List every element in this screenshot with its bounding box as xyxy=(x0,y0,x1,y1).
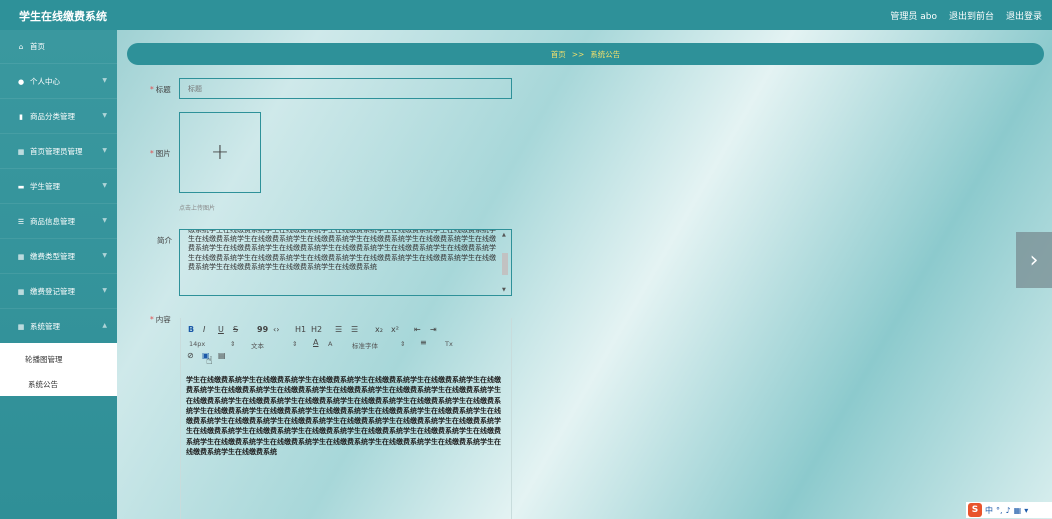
sidebar-item-label: 个人中心 xyxy=(30,77,60,86)
bar-chart-icon: ▮ xyxy=(19,112,23,121)
background-color-button[interactable]: A xyxy=(328,340,332,348)
sidebar-item-label: 首页 xyxy=(30,42,45,51)
sidebar-item-label: 首页管理员管理 xyxy=(30,147,83,156)
indent-left-button[interactable]: ⇤ xyxy=(414,325,421,334)
sidebar-item-admin[interactable]: ▦ 首页管理员管理 ▼ xyxy=(0,135,117,169)
ime-logo-icon[interactable]: S xyxy=(968,503,982,517)
font-color-button[interactable]: A xyxy=(313,338,318,347)
mouse-cursor-icon: ☝ xyxy=(206,354,213,367)
grid-icon: ▦ xyxy=(17,287,25,296)
sidebar-item-fee-type[interactable]: ▦ 缴费类型管理 ▼ xyxy=(0,240,117,274)
h2-button[interactable]: H2 xyxy=(311,325,322,334)
ordered-list-button[interactable]: ☰ xyxy=(335,325,342,334)
chevron-down-icon: ▼ xyxy=(102,112,107,119)
chevron-updown-icon: ⇕ xyxy=(400,340,406,348)
scroll-down-icon[interactable]: ▼ xyxy=(502,287,506,293)
h1-button[interactable]: H1 xyxy=(295,325,306,334)
submenu-item-carousel[interactable]: 轮播图管理 xyxy=(0,354,117,365)
breadcrumb-home[interactable]: 首页 xyxy=(551,49,566,60)
sidebar-item-label: 缴费类型管理 xyxy=(30,252,75,261)
sidebar-item-label: 商品分类管理 xyxy=(30,112,75,121)
font-family-select[interactable]: 标准字体 xyxy=(352,340,378,350)
sidebar-item-system[interactable]: ▦ 系统管理 ▲ xyxy=(0,310,117,344)
logout-link[interactable]: 退出登录 xyxy=(1006,9,1042,22)
chevron-right-icon[interactable]: › xyxy=(1016,232,1052,288)
admin-label: 管理员 abo xyxy=(890,12,937,22)
title-label: * 标题 xyxy=(150,85,171,94)
sidebar-item-home[interactable]: ⌂ 首页 xyxy=(0,30,117,64)
editor-content[interactable]: 学生在线缴费系统学生在线缴费系统学生在线缴费系统学生在线缴费系统学生在线缴费系统… xyxy=(186,375,504,457)
strike-button[interactable]: S xyxy=(233,325,238,334)
subscript-button[interactable]: x₂ xyxy=(375,325,383,334)
title-input[interactable] xyxy=(179,78,512,99)
upload-hint: 点击上传图片 xyxy=(179,205,216,212)
sidebar-item-label: 系统管理 xyxy=(30,322,60,331)
chevron-up-icon: ▲ xyxy=(102,322,107,329)
intro-textarea[interactable]: 缴系统学生在线缴费系统学生在线缴费系统学生在线缴费系统学生在线缴费系统学生在线缴… xyxy=(179,229,512,296)
sidebar-item-category[interactable]: ▮ 商品分类管理 ▼ xyxy=(0,100,117,134)
quote-button[interactable]: 99 xyxy=(257,325,268,334)
plus-icon: + xyxy=(210,140,230,165)
content-label: * 内容 xyxy=(150,315,171,324)
link-icon[interactable]: ⊘ xyxy=(187,351,194,360)
align-button[interactable]: ≡ xyxy=(420,338,427,347)
scroll-up-icon[interactable]: ▲ xyxy=(502,232,506,238)
sidebar-item-fee-register[interactable]: ▦ 缴费登记管理 ▼ xyxy=(0,275,117,309)
chevron-down-icon: ▼ xyxy=(102,147,107,154)
breadcrumb: 首页 >> 系统公告 xyxy=(127,43,1044,65)
submenu-item-announcement[interactable]: 系统公告 xyxy=(0,379,117,390)
image-upload-box[interactable]: + xyxy=(179,112,261,193)
clear-format-button[interactable]: Tx xyxy=(445,340,453,348)
chevron-down-icon: ▼ xyxy=(102,287,107,294)
image-label: * 图片 xyxy=(150,149,171,158)
intro-scrollbar[interactable]: ▲ ▼ xyxy=(500,231,510,294)
ime-lang[interactable]: 中 xyxy=(985,505,993,516)
chevron-updown-icon: ⇕ xyxy=(292,340,298,348)
sidebar-item-label: 缴费登记管理 xyxy=(30,287,75,296)
user-icon: ● xyxy=(17,77,25,86)
header-links: 管理员 abo 退出到前台 退出登录 xyxy=(890,9,1042,22)
sidebar-item-goods[interactable]: ☰ 商品信息管理 ▼ xyxy=(0,205,117,239)
font-size-select[interactable]: 14px xyxy=(189,340,205,348)
chevron-down-icon: ▼ xyxy=(102,252,107,259)
indent-right-button[interactable]: ⇥ xyxy=(430,325,437,334)
keyboard-icon[interactable]: ▦ xyxy=(1014,506,1022,515)
card-icon: ▬ xyxy=(17,182,25,191)
chevron-updown-icon: ⇕ xyxy=(230,340,236,348)
shirt-icon[interactable]: ▾ xyxy=(1024,506,1028,515)
bold-button[interactable]: B xyxy=(188,325,194,334)
top-bar: 学生在线缴费系统 管理员 abo 退出到前台 退出登录 xyxy=(0,0,1052,30)
ime-toolbar: S 中 °, ♪ ▦ ▾ xyxy=(966,502,1052,518)
grid-icon: ▦ xyxy=(17,147,25,156)
breadcrumb-separator: >> xyxy=(571,49,585,59)
ime-punct-icon[interactable]: °, xyxy=(996,506,1003,515)
app-title: 学生在线缴费系统 xyxy=(19,10,107,23)
sidebar-item-label: 商品信息管理 xyxy=(30,217,75,226)
intro-label: 简介 xyxy=(157,236,172,245)
sidebar: ⌂ 首页 ● 个人中心 ▼ ▮ 商品分类管理 ▼ ▦ 首页管理员管理 ▼ ▬ 学… xyxy=(0,30,117,519)
sidebar-item-label: 学生管理 xyxy=(30,182,60,191)
sidebar-item-student[interactable]: ▬ 学生管理 ▼ xyxy=(0,170,117,204)
video-icon[interactable]: ▤ xyxy=(218,351,226,360)
chevron-down-icon: ▼ xyxy=(102,217,107,224)
intro-text: 缴系统学生在线缴费系统学生在线缴费系统学生在线缴费系统学生在线缴费系统学生在线缴… xyxy=(188,229,496,271)
mic-icon[interactable]: ♪ xyxy=(1006,506,1011,515)
home-icon: ⌂ xyxy=(18,42,24,51)
code-button[interactable]: ‹› xyxy=(273,325,279,334)
list-icon: ☰ xyxy=(17,217,25,226)
superscript-button[interactable]: x² xyxy=(391,325,399,334)
bullet-list-button[interactable]: ☰ xyxy=(351,325,358,334)
underline-button[interactable]: U xyxy=(218,325,224,334)
grid-icon: ▦ xyxy=(17,322,25,331)
system-submenu: 轮播图管理 系统公告 xyxy=(0,343,117,396)
grid-icon: ▦ xyxy=(17,252,25,261)
sidebar-item-profile[interactable]: ● 个人中心 ▼ xyxy=(0,65,117,99)
paragraph-select[interactable]: 文本 xyxy=(251,340,264,350)
exit-to-front-link[interactable]: 退出到前台 xyxy=(949,9,994,22)
chevron-down-icon: ▼ xyxy=(102,182,107,189)
italic-button[interactable]: I xyxy=(203,325,205,334)
scroll-thumb[interactable] xyxy=(502,253,508,275)
breadcrumb-current: 系统公告 xyxy=(590,49,621,59)
chevron-down-icon: ▼ xyxy=(102,77,107,84)
